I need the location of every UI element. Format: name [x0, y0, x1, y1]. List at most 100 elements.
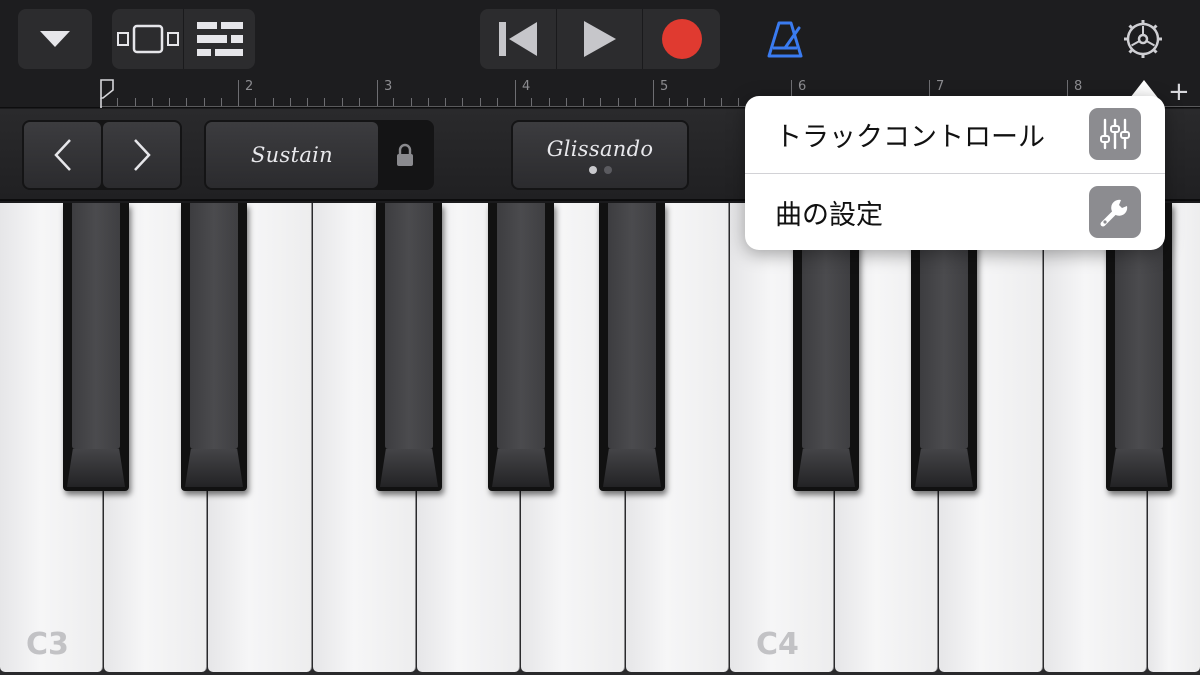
- ruler-tick: [186, 98, 187, 106]
- rewind-button[interactable]: [480, 9, 556, 69]
- black-key[interactable]: [488, 203, 554, 491]
- chevron-left-icon: [53, 139, 71, 171]
- ruler-tick: [152, 98, 153, 106]
- ruler-tick: [411, 98, 412, 106]
- page-indicator: [588, 165, 612, 174]
- play-button[interactable]: [556, 9, 642, 69]
- ruler-tick: [117, 98, 118, 106]
- menu-item-label: トラックコントロール: [775, 122, 1045, 153]
- black-key-lip: [915, 449, 973, 487]
- ruler-tick: [721, 98, 722, 106]
- ruler-tick: [359, 98, 360, 106]
- ruler-tick: [669, 98, 670, 106]
- bar-number: 2: [245, 79, 254, 94]
- view-button-group: [112, 9, 255, 69]
- ruler-tick: [497, 98, 498, 106]
- sustain-label: Sustain: [251, 143, 333, 167]
- transport-group: [480, 9, 720, 69]
- add-section-button[interactable]: +: [1168, 78, 1190, 106]
- black-key[interactable]: [63, 203, 129, 491]
- chevron-right-icon: [133, 139, 151, 171]
- metronome-icon: [767, 21, 803, 58]
- mixer-view-icon: [196, 22, 243, 56]
- ruler-tick: [583, 98, 584, 106]
- bar-marker: [238, 80, 239, 106]
- bar-number: 6: [798, 79, 807, 94]
- bar-marker: [377, 80, 378, 106]
- mixer-view-button[interactable]: [183, 9, 255, 69]
- menu-item-track-controls[interactable]: トラックコントロール: [745, 96, 1165, 173]
- ruler-tick: [635, 98, 636, 106]
- page-dot: [603, 165, 612, 174]
- ruler-tick: [342, 98, 343, 106]
- ruler-tick: [169, 98, 170, 106]
- play-icon: [583, 21, 616, 57]
- ruler-tick: [273, 98, 274, 106]
- ruler-tick: [204, 98, 205, 106]
- ruler-tick: [445, 98, 446, 106]
- settings-gear-icon: [1124, 20, 1162, 58]
- sustain-lock-button[interactable]: [380, 122, 430, 188]
- ruler-tick: [738, 98, 739, 106]
- ruler-tick: [135, 98, 136, 106]
- menu-item-label: 曲の設定: [775, 200, 883, 231]
- black-key-lip: [492, 449, 550, 487]
- black-key[interactable]: [181, 203, 247, 491]
- black-key-lip: [185, 449, 243, 487]
- black-key[interactable]: [599, 203, 665, 491]
- metronome-button[interactable]: [760, 18, 810, 62]
- black-key-lip: [67, 449, 125, 487]
- ruler-tick: [221, 98, 222, 106]
- tracks-view-button[interactable]: [112, 9, 183, 69]
- octave-down-button[interactable]: [24, 122, 101, 188]
- octave-shift-group: [22, 120, 182, 190]
- rewind-icon: [499, 22, 537, 56]
- piano-keyboard: C3 C4: [0, 203, 1200, 675]
- glissando-label: Glissando: [546, 136, 654, 161]
- ruler-tick: [480, 98, 481, 106]
- ruler-tick: [704, 98, 705, 106]
- record-button[interactable]: [642, 9, 720, 69]
- ruler-tick: [324, 98, 325, 106]
- black-key-face: [190, 203, 238, 449]
- octave-up-button[interactable]: [103, 122, 180, 188]
- playhead-marker[interactable]: [100, 78, 114, 108]
- lock-icon: [397, 143, 413, 166]
- black-key-lip: [380, 449, 438, 487]
- glissando-button[interactable]: Glissando: [513, 122, 687, 188]
- tracks-view-icon: [116, 24, 179, 54]
- black-key-lip: [603, 449, 661, 487]
- bar-number: 5: [660, 79, 669, 94]
- glide-mode-group: Glissando: [511, 120, 689, 190]
- black-key-face: [608, 203, 656, 449]
- toolbar: [0, 0, 1200, 78]
- ruler-tick: [566, 98, 567, 106]
- black-key-lip: [797, 449, 855, 487]
- settings-popover: トラックコントロール 曲の設定: [745, 96, 1165, 250]
- bar-number: 3: [384, 79, 393, 94]
- ruler-tick: [687, 98, 688, 106]
- octave-label: C4: [756, 627, 799, 662]
- settings-button[interactable]: [1120, 16, 1166, 62]
- black-key-face: [385, 203, 433, 449]
- black-key-face: [497, 203, 545, 449]
- ruler-tick: [531, 98, 532, 106]
- sustain-group: Sustain: [204, 120, 434, 190]
- menu-item-song-settings[interactable]: 曲の設定: [745, 174, 1165, 251]
- octave-label: C3: [26, 627, 69, 662]
- black-key-lip: [1110, 449, 1168, 487]
- ruler-tick: [600, 98, 601, 106]
- chevron-down-icon: [40, 31, 70, 47]
- wrench-icon: [1089, 186, 1141, 238]
- sustain-button[interactable]: Sustain: [206, 122, 378, 188]
- ruler-tick: [428, 98, 429, 106]
- black-key[interactable]: [376, 203, 442, 491]
- bar-number: 7: [936, 79, 945, 94]
- ruler-tick: [462, 98, 463, 106]
- ruler-tick: [618, 98, 619, 106]
- browser-menu-button[interactable]: [18, 9, 92, 69]
- ruler-tick: [307, 98, 308, 106]
- black-key-face: [72, 203, 120, 449]
- record-icon: [661, 19, 702, 59]
- page-dot-active: [588, 165, 597, 174]
